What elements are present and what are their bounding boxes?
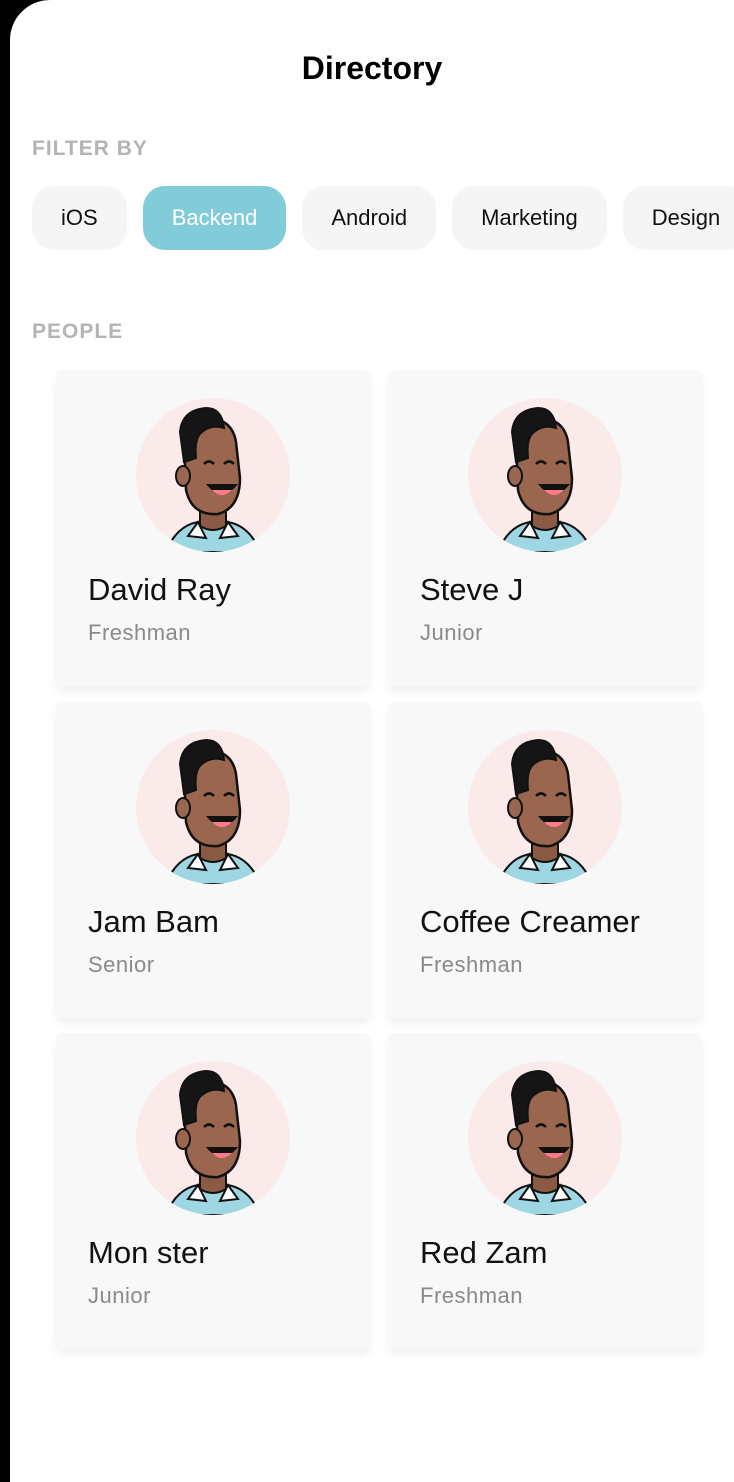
avatar (136, 1061, 290, 1215)
person-card[interactable]: Coffee Creamer Freshman (388, 702, 702, 1018)
person-card[interactable]: Jam Bam Senior (56, 702, 370, 1018)
person-class-year: Freshman (88, 620, 192, 645)
person-class-year: Junior (420, 620, 483, 645)
avatar (468, 398, 622, 552)
person-class-year: Junior (88, 1283, 151, 1308)
person-class-year: Freshman (420, 1283, 524, 1308)
filter-chip-bar[interactable]: iOS Backend Android Marketing Design (32, 186, 734, 250)
avatar (136, 398, 290, 552)
person-illustration (496, 738, 594, 884)
filter-chip-ios[interactable]: iOS (32, 186, 127, 250)
person-card[interactable]: Mon ster Junior (56, 1033, 370, 1349)
person-card[interactable]: Steve J Junior (388, 370, 702, 686)
person-name: Coffee Creamer (420, 904, 640, 939)
person-name: Steve J (420, 572, 524, 607)
people-section-label: PEOPLE (32, 320, 124, 343)
filter-chip-marketing[interactable]: Marketing (452, 186, 607, 250)
person-illustration (496, 406, 594, 552)
directory-screen: Directory FILTER BY iOS Backend Android … (10, 0, 734, 1482)
filter-chip-backend[interactable]: Backend (142, 186, 287, 250)
avatar (468, 730, 622, 884)
person-card[interactable]: Red Zam Freshman (388, 1033, 702, 1349)
person-card[interactable]: David Ray Freshman (56, 370, 370, 686)
person-name: Red Zam (420, 1235, 548, 1270)
filter-section-label: FILTER BY (32, 137, 148, 160)
filter-chip-design[interactable]: Design (622, 186, 734, 250)
person-illustration (164, 406, 262, 552)
person-class-year: Freshman (420, 952, 524, 977)
person-name: David Ray (88, 572, 231, 607)
page-title: Directory (301, 50, 443, 86)
person-class-year: Senior (88, 952, 155, 977)
person-illustration (496, 1069, 594, 1215)
avatar (136, 730, 290, 884)
person-illustration (164, 1069, 262, 1215)
person-illustration (164, 738, 262, 884)
person-name: Mon ster (88, 1235, 209, 1270)
avatar (468, 1061, 622, 1215)
filter-chip-android[interactable]: Android (302, 186, 437, 250)
person-name: Jam Bam (88, 904, 219, 939)
